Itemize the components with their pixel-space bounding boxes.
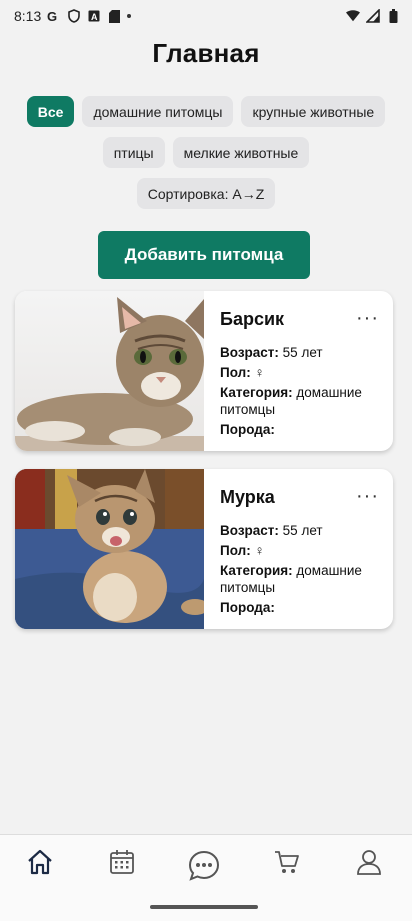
sex-value: ♀ bbox=[254, 365, 265, 380]
bottom-navigation bbox=[0, 834, 412, 921]
pet-age: Возраст: 55 лет bbox=[220, 522, 379, 539]
filter-chip-large-animals[interactable]: крупные животные bbox=[241, 96, 386, 127]
pet-category: Категория: домашние питомцы bbox=[220, 562, 379, 596]
svg-text:G: G bbox=[47, 9, 57, 23]
svg-text:A: A bbox=[91, 12, 98, 22]
pet-breed: Порода: bbox=[220, 421, 379, 438]
home-icon[interactable] bbox=[25, 847, 55, 877]
a-icon: A bbox=[87, 9, 101, 23]
pet-card-body: Мурка ··· Возраст: 55 лет Пол: ♀ Категор… bbox=[204, 469, 393, 629]
sex-label: Пол: bbox=[220, 365, 251, 380]
notification-dot-icon bbox=[127, 14, 132, 18]
page-title: Главная bbox=[152, 38, 260, 68]
battery-icon bbox=[386, 9, 400, 23]
pet-breed: Порода: bbox=[220, 599, 379, 616]
pet-card[interactable]: Мурка ··· Возраст: 55 лет Пол: ♀ Категор… bbox=[15, 469, 393, 629]
status-bar: 8:13 G A bbox=[0, 0, 412, 32]
add-pet-button[interactable]: Добавить питомца bbox=[98, 231, 310, 279]
sd-card-icon bbox=[107, 9, 121, 23]
wifi-icon bbox=[346, 9, 360, 23]
pet-card[interactable]: Барсик ··· Возраст: 55 лет Пол: ♀ Катего… bbox=[15, 291, 393, 451]
home-indicator[interactable] bbox=[150, 905, 258, 909]
signal-icon bbox=[366, 9, 380, 23]
age-value: 55 лет bbox=[282, 345, 323, 360]
chat-icon[interactable] bbox=[187, 849, 221, 883]
sex-label: Пол: bbox=[220, 543, 251, 558]
filter-chips: Все домашние питомцы крупные животные пт… bbox=[0, 96, 412, 219]
age-value: 55 лет bbox=[282, 523, 323, 538]
filter-chip-pets[interactable]: домашние питомцы bbox=[82, 96, 234, 127]
clock: 8:13 bbox=[14, 8, 42, 24]
cart-icon[interactable] bbox=[272, 847, 302, 877]
sex-value: ♀ bbox=[254, 543, 265, 558]
pet-category: Категория: домашние питомцы bbox=[220, 384, 379, 418]
category-label: Категория: bbox=[220, 563, 293, 578]
google-icon: G bbox=[47, 9, 61, 23]
more-options-icon[interactable]: ··· bbox=[356, 485, 379, 508]
breed-label: Порода: bbox=[220, 600, 275, 615]
sort-button[interactable]: Сортировка: A→Z bbox=[136, 178, 276, 209]
age-label: Возраст: bbox=[220, 345, 279, 360]
more-options-icon[interactable]: ··· bbox=[356, 307, 379, 330]
pet-card-body: Барсик ··· Возраст: 55 лет Пол: ♀ Катего… bbox=[204, 291, 393, 451]
filter-chip-all[interactable]: Все bbox=[26, 96, 75, 127]
pet-age: Возраст: 55 лет bbox=[220, 344, 379, 361]
pet-sex: Пол: ♀ bbox=[220, 364, 379, 381]
breed-label: Порода: bbox=[220, 422, 275, 437]
calendar-icon[interactable] bbox=[107, 847, 137, 877]
category-label: Категория: bbox=[220, 385, 293, 400]
filter-chip-birds[interactable]: птицы bbox=[102, 137, 165, 168]
age-label: Возраст: bbox=[220, 523, 279, 538]
pet-photo bbox=[15, 469, 209, 629]
pet-sex: Пол: ♀ bbox=[220, 542, 379, 559]
filter-chip-small-animals[interactable]: мелкие животные bbox=[172, 137, 310, 168]
profile-icon[interactable] bbox=[354, 847, 384, 877]
pet-photo bbox=[15, 291, 204, 451]
shield-icon bbox=[67, 9, 81, 23]
